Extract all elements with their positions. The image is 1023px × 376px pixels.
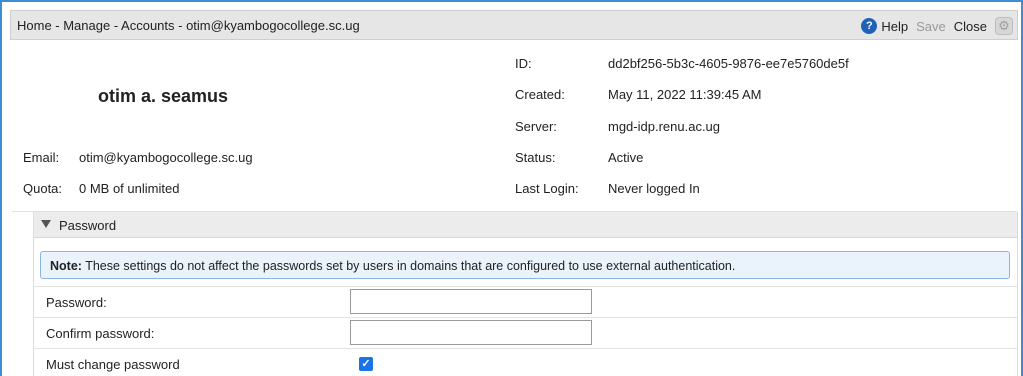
server-value: mgd-idp.renu.ac.ug [608,119,721,134]
help-icon: ? [861,18,878,34]
password-row: Password: [34,286,1017,316]
confirm-password-input[interactable] [350,320,592,345]
note-bold: Note: [50,259,82,273]
quota-label: Quota: [23,181,63,196]
server-label: Server: [515,119,557,134]
password-section: Password Note: These settings do not aff… [33,212,1018,376]
must-change-password-label: Must change password [46,357,180,372]
email-label: Email: [23,150,60,165]
password-label: Password: [46,295,107,310]
toolbar-actions: ? Help Save Close ⚙ [861,15,1013,37]
note-text: Note: These settings do not affect the p… [50,259,735,273]
toolbar: Home - Manage - Accounts - otim@kyambogo… [10,10,1018,40]
breadcrumb: Home - Manage - Accounts - otim@kyambogo… [17,18,360,33]
id-value: dd2bf256-5b3c-4605-9876-ee7e5760de5f [608,56,849,71]
triangle-down-icon[interactable] [41,220,51,228]
status-label: Status: [515,150,556,165]
last-login-label: Last Login: [515,181,579,196]
password-section-header[interactable]: Password [34,212,1017,238]
account-display-name: otim a. seamus [98,86,229,106]
help-button[interactable]: ? Help [861,18,908,34]
close-button[interactable]: Close [954,19,987,34]
last-login-value: Never logged In [608,181,700,196]
note-box: Note: These settings do not affect the p… [40,251,1010,279]
checkmark-icon: ✓ [361,358,371,370]
note-body: These settings do not affect the passwor… [81,259,736,273]
save-button[interactable]: Save [916,19,946,34]
password-input[interactable] [350,289,592,314]
created-label: Created: [515,87,565,102]
password-section-title: Password [59,218,117,233]
status-value: Active [608,150,644,165]
must-change-password-checkbox[interactable]: ✓ [359,357,373,371]
confirm-password-label: Confirm password: [46,326,155,341]
gear-icon[interactable]: ⚙ [995,17,1013,35]
confirm-password-row: Confirm password: [34,317,1017,347]
email-value: otim@kyambogocollege.sc.ug [79,150,253,165]
quota-value: 0 MB of unlimited [79,181,180,196]
help-label: Help [881,18,909,34]
id-label: ID: [515,56,532,71]
must-change-password-row: Must change password ✓ [34,348,1017,376]
created-value: May 11, 2022 11:39:45 AM [608,87,762,102]
